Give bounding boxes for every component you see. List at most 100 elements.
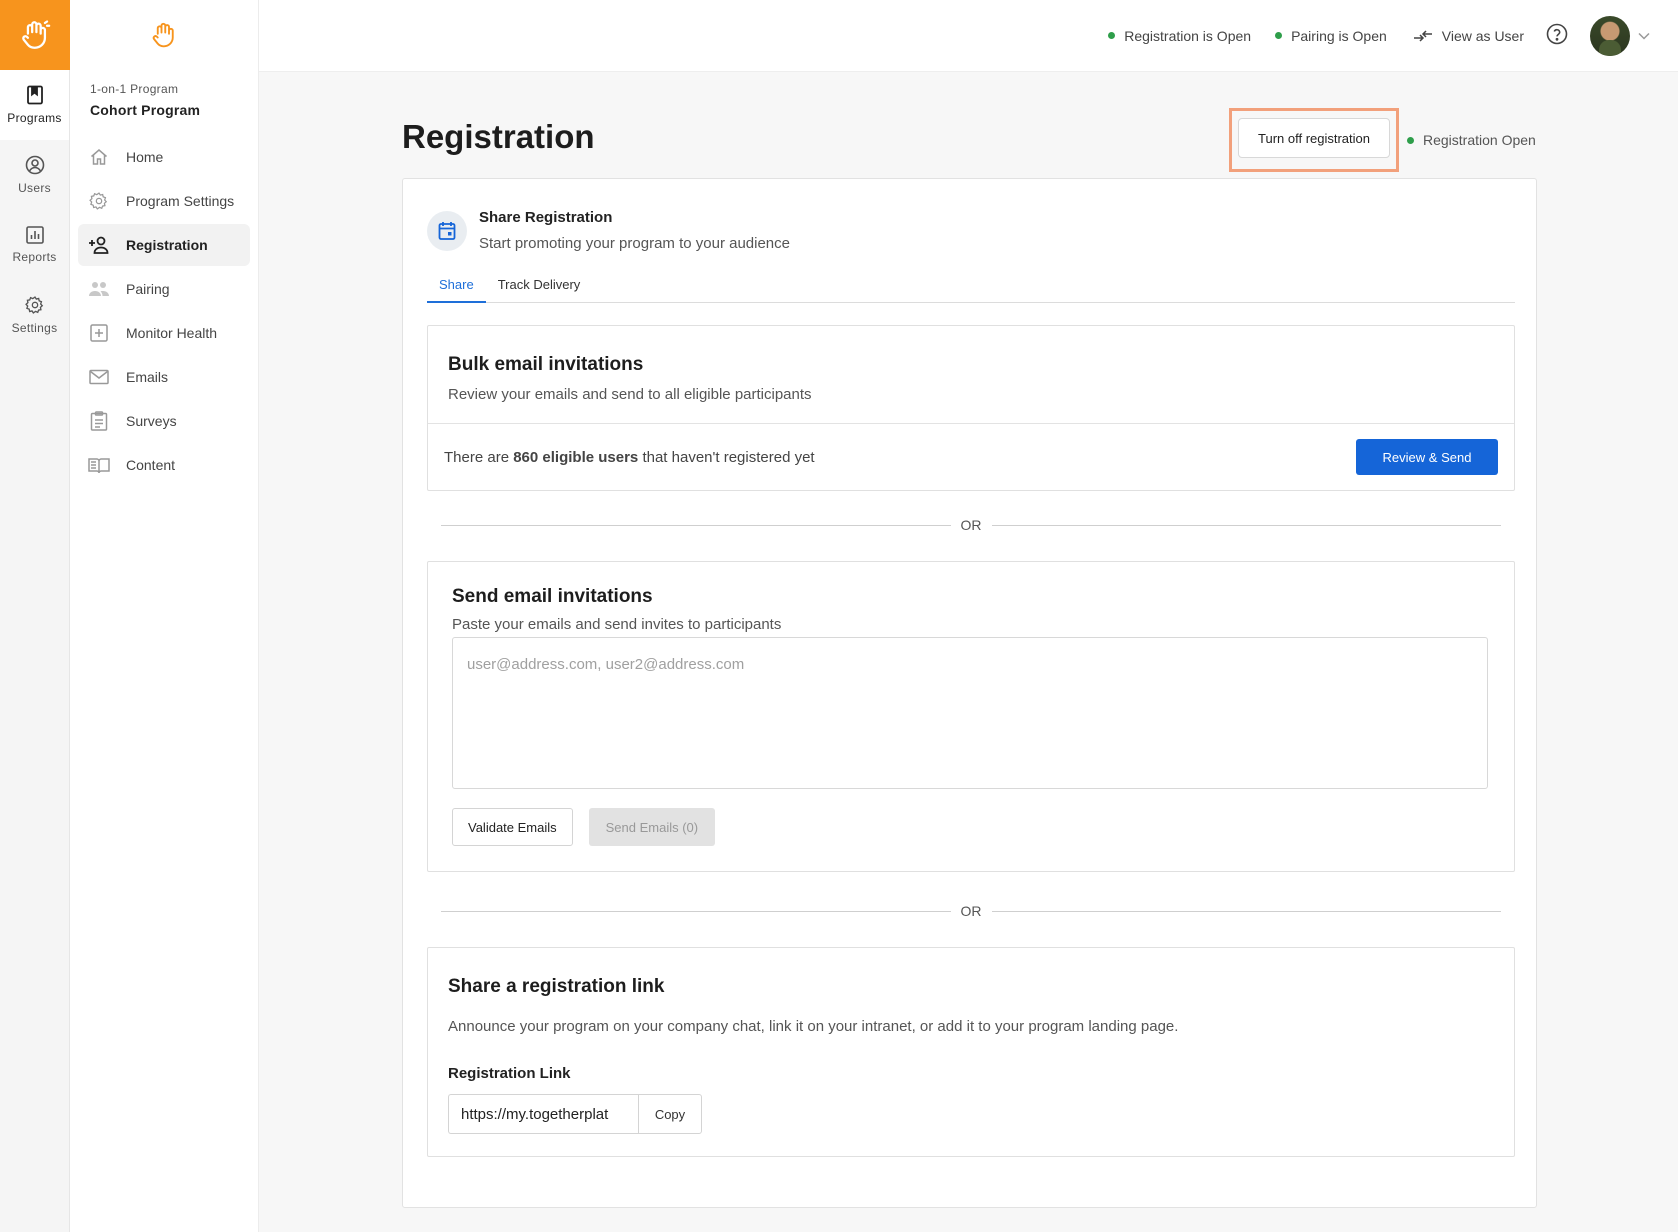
sidebar-item-home[interactable]: Home — [78, 136, 250, 178]
sidebar-item-label: Program Settings — [126, 193, 235, 209]
envelope-icon — [88, 366, 110, 388]
registration-open-text: Registration Open — [1423, 132, 1536, 148]
or-label: OR — [960, 903, 982, 919]
eligible-users-count: 860 eligible users — [513, 448, 639, 466]
status-dot — [1407, 136, 1414, 144]
divider-line — [991, 910, 1501, 912]
view-as-user-button[interactable]: View as User — [1413, 28, 1524, 44]
app-rail: Programs Users Reports Settings — [0, 0, 70, 1232]
or-divider: OR — [441, 903, 1501, 919]
chevron-down-icon[interactable] — [1638, 32, 1650, 40]
add-person-icon — [88, 234, 110, 256]
main-content: Registration Turn off registration Regis… — [259, 72, 1678, 1232]
clipboard-icon — [88, 410, 110, 432]
help-icon — [1546, 23, 1568, 45]
sidebar-item-emails[interactable]: Emails — [78, 356, 250, 398]
or-divider: OR — [441, 517, 1501, 533]
book-icon — [26, 85, 43, 105]
bar-chart-icon — [25, 226, 44, 244]
view-as-user-label: View as User — [1441, 27, 1524, 44]
registration-link-label: Registration Link — [448, 1065, 571, 1082]
bulk-email-box: Bulk email invitations Review your email… — [427, 325, 1515, 491]
eligible-text-after: that haven't registered yet — [638, 448, 815, 466]
help-button[interactable] — [1546, 23, 1568, 48]
sidebar-item-content[interactable]: Content — [78, 444, 250, 486]
sidebar-item-monitor-health[interactable]: Monitor Health — [78, 312, 250, 354]
tab-track-delivery[interactable]: Track Delivery — [486, 277, 593, 303]
rail-label: Programs — [7, 111, 62, 125]
share-title: Share Registration — [479, 209, 613, 226]
rail-label: Settings — [11, 321, 58, 335]
user-circle-icon — [25, 155, 44, 175]
registration-status: Registration is Open — [1108, 28, 1251, 44]
eligible-text-before: There are — [444, 448, 514, 466]
home-icon — [88, 146, 110, 168]
gear-icon — [24, 296, 43, 314]
bulk-email-subtitle: Review your emails and send to all eligi… — [448, 386, 812, 403]
sidebar-item-pairing[interactable]: Pairing — [78, 268, 250, 310]
top-bar: Registration is Open Pairing is Open Vie… — [259, 0, 1678, 72]
status-dot — [1108, 32, 1116, 39]
rail-item-reports[interactable]: Reports — [0, 210, 69, 280]
plus-square-icon — [88, 322, 110, 344]
sidebar-item-label: Emails — [126, 369, 169, 385]
program-type: 1-on-1 Program — [90, 82, 179, 96]
send-emails-button[interactable]: Send Emails (0) — [588, 808, 716, 846]
rail-item-programs[interactable]: Programs — [0, 70, 69, 140]
divider-line — [991, 524, 1501, 526]
sidebar-item-surveys[interactable]: Surveys — [78, 400, 250, 442]
send-email-subtitle: Paste your emails and send invites to pa… — [452, 616, 782, 633]
eligible-users-row: There are 860 eligible users that haven'… — [428, 424, 1514, 490]
program-sidebar: 1-on-1 Program Cohort Program Home Progr… — [70, 0, 259, 1232]
status-dot — [1275, 32, 1283, 39]
share-subtitle: Start promoting your program to your aud… — [479, 235, 790, 252]
email-list-input[interactable] — [452, 637, 1488, 789]
validate-emails-button[interactable]: Validate Emails — [452, 808, 573, 846]
waving-hand-icon — [22, 20, 51, 49]
program-name[interactable]: Cohort Program — [90, 102, 258, 118]
swap-arrows-icon — [1413, 29, 1432, 42]
tab-share[interactable]: Share — [427, 277, 486, 303]
highlight-box: Turn off registration — [1229, 108, 1399, 172]
sidebar-item-label: Registration — [126, 237, 208, 253]
rail-item-settings[interactable]: Settings — [0, 280, 69, 350]
registration-link-box: Share a registration link Announce your … — [427, 947, 1515, 1157]
pairing-status: Pairing is Open — [1275, 28, 1387, 44]
registration-link-group: Copy — [448, 1094, 1494, 1134]
turn-off-registration-button[interactable]: Turn off registration — [1238, 118, 1390, 158]
avatar[interactable] — [1590, 15, 1630, 56]
book-open-icon — [88, 454, 110, 476]
page-title: Registration — [402, 118, 595, 155]
calendar-icon — [438, 222, 456, 240]
pairing-status-text: Pairing is Open — [1291, 27, 1387, 44]
copy-link-button[interactable]: Copy — [638, 1094, 702, 1134]
sidebar-item-label: Pairing — [126, 281, 170, 297]
sidebar-item-label: Monitor Health — [126, 325, 218, 341]
bulk-email-header: Bulk email invitations Review your email… — [428, 326, 1514, 424]
share-tabs: Share Track Delivery — [427, 277, 1515, 303]
registration-status-text: Registration is Open — [1124, 27, 1252, 44]
rail-item-users[interactable]: Users — [0, 140, 69, 210]
eligible-users-text: There are 860 eligible users that haven'… — [444, 449, 815, 466]
send-email-actions: Validate Emails Send Emails (0) — [452, 808, 1490, 846]
sidebar-logo — [70, 0, 258, 70]
review-send-button[interactable]: Review & Send — [1356, 439, 1498, 475]
registration-open-status: Registration Open — [1407, 132, 1536, 148]
rail-label: Users — [18, 181, 51, 195]
program-nav: Home Program Settings Registration Pairi… — [70, 136, 258, 486]
registration-link-title: Share a registration link — [448, 976, 665, 997]
registration-link-subtitle: Announce your program on your company ch… — [448, 1018, 1179, 1035]
people-icon — [88, 278, 110, 300]
app-logo[interactable] — [0, 0, 70, 70]
sidebar-item-program-settings[interactable]: Program Settings — [78, 180, 250, 222]
or-label: OR — [960, 517, 982, 533]
gear-icon — [88, 190, 110, 212]
bulk-email-title: Bulk email invitations — [448, 354, 644, 375]
divider-line — [441, 524, 951, 526]
sidebar-item-registration[interactable]: Registration — [78, 224, 250, 266]
registration-link-input[interactable] — [448, 1094, 638, 1134]
sidebar-item-label: Home — [126, 149, 164, 165]
sidebar-item-label: Content — [126, 457, 176, 473]
waving-hand-icon — [152, 22, 174, 48]
share-registration-card: Share Registration Start promoting your … — [402, 178, 1537, 1208]
